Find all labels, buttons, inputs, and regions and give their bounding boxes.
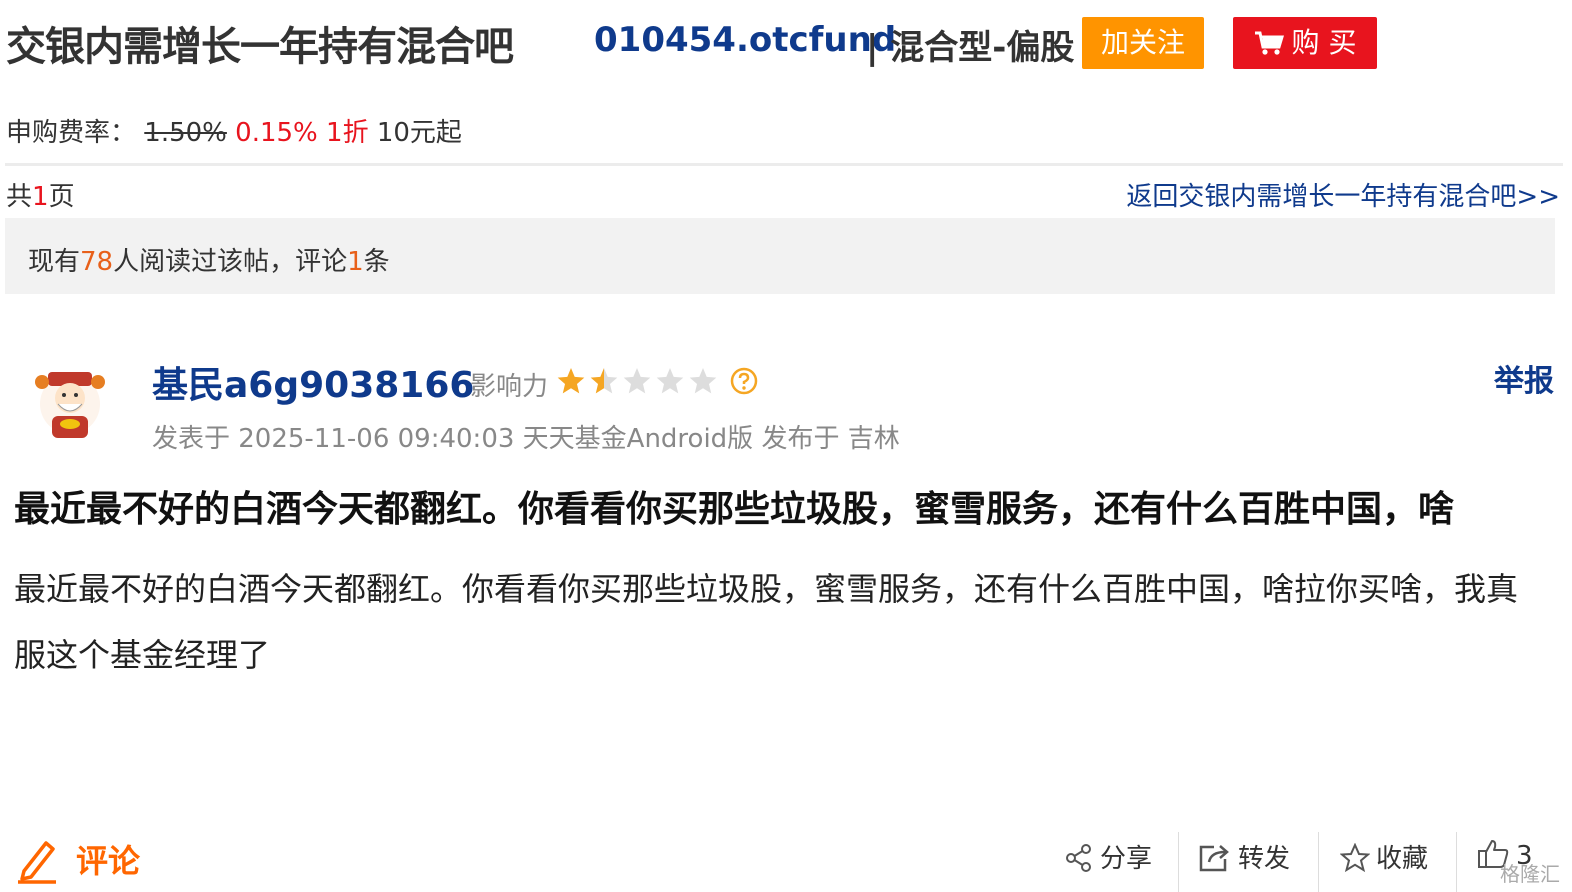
- bar-title[interactable]: 交银内需增长一年持有混合吧: [6, 14, 514, 72]
- stats-prefix: 现有: [28, 247, 81, 277]
- stats-suffix: 条: [363, 247, 390, 277]
- favorite-star-icon: [1339, 842, 1371, 873]
- star-icon: [689, 368, 717, 394]
- buy-label: 购 买: [1291, 26, 1357, 59]
- stats-middle: 人阅读过该帖，评论: [113, 247, 348, 277]
- comment-button[interactable]: 评论: [76, 836, 140, 882]
- stats-text: 现有78人阅读过该帖，评论1条: [28, 241, 390, 278]
- avatar[interactable]: [28, 360, 112, 444]
- fee-discount: 1折: [326, 118, 369, 148]
- divider: [1178, 832, 1179, 892]
- influence-label: 影响力: [470, 372, 549, 402]
- share-button[interactable]: 分享: [1064, 838, 1152, 875]
- post-body: 最近最不好的白酒今天都翻红。你看看你买那些垃圾股，蜜雪服务，还有什么百胜中国，啥…: [14, 570, 1519, 674]
- post-title: 最近最不好的白酒今天都翻红。你看看你买那些垃圾股，蜜雪服务，还有什么百胜中国，啥: [14, 489, 1455, 530]
- report-link[interactable]: 举报: [1494, 356, 1554, 400]
- watermark: 格隆汇: [1500, 862, 1560, 886]
- fund-type: | 混合型-偏股: [866, 28, 1075, 68]
- fee-label: 申购费率：: [6, 118, 137, 148]
- influence-stars: [557, 368, 717, 394]
- pencil-icon[interactable]: [14, 835, 60, 885]
- divider: [5, 163, 1563, 166]
- fee-original-rate: 1.50%: [144, 118, 227, 148]
- page-suffix: 页: [48, 182, 75, 212]
- star-icon: [557, 368, 585, 394]
- fee-min-amount: 10元起: [376, 118, 462, 148]
- reader-count: 78: [80, 247, 114, 277]
- post-meta: 发表于 2025-11-06 09:40:03 天天基金Android版 发布于…: [152, 424, 900, 454]
- buy-button[interactable]: 购 买: [1233, 17, 1377, 69]
- star-icon: [623, 368, 651, 394]
- follow-button[interactable]: 加关注: [1082, 17, 1204, 69]
- follow-label: 加关注: [1100, 26, 1185, 59]
- page-count: 共1页: [6, 176, 75, 213]
- fee-discount-rate: 0.15%: [235, 118, 318, 148]
- fee-row: 申购费率： 1.50% 0.15% 1折 10元起: [6, 112, 462, 149]
- page-prefix: 共: [6, 182, 33, 212]
- forward-button[interactable]: 转发: [1198, 838, 1290, 875]
- page-number: 1: [32, 182, 49, 212]
- forward-label: 转发: [1238, 844, 1291, 874]
- forward-icon: [1199, 845, 1229, 872]
- divider: [1456, 832, 1457, 892]
- share-icon: [1066, 844, 1091, 872]
- username-link[interactable]: 基民a6g9038166: [152, 356, 474, 408]
- star-icon: [656, 368, 684, 394]
- comment-count: 1: [347, 247, 364, 277]
- fund-code-link[interactable]: 010454.otcfund: [594, 20, 896, 60]
- back-to-bar-link[interactable]: 返回交银内需增长一年持有混合吧>>: [1126, 176, 1560, 213]
- favorite-button[interactable]: 收藏: [1339, 838, 1429, 875]
- divider: [1318, 832, 1319, 892]
- help-icon[interactable]: [730, 367, 758, 395]
- favorite-label: 收藏: [1376, 844, 1429, 874]
- star-icon: [590, 368, 618, 394]
- cart-icon: [1254, 31, 1284, 55]
- share-label: 分享: [1100, 844, 1153, 874]
